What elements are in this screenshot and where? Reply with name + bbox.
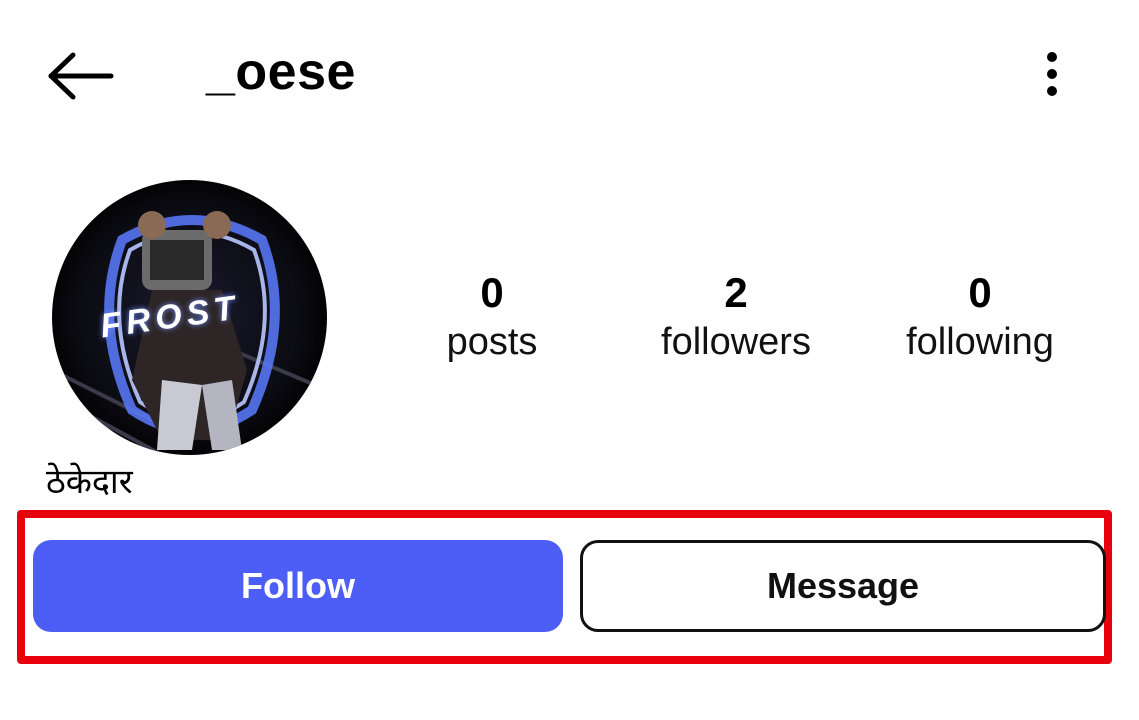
following-count: 0 bbox=[968, 269, 992, 316]
message-button[interactable]: Message bbox=[580, 540, 1106, 632]
posts-label: posts bbox=[446, 321, 538, 363]
stat-posts[interactable]: 0 posts bbox=[382, 268, 602, 366]
posts-count: 0 bbox=[480, 269, 504, 316]
followers-count: 2 bbox=[724, 269, 748, 316]
profile-username: _oese bbox=[206, 43, 356, 101]
arrow-left-icon bbox=[48, 52, 114, 100]
profile-avatar[interactable]: FROST bbox=[52, 180, 327, 455]
profile-page: _oese FROST 0 posts 2 followers 0 follow… bbox=[0, 0, 1139, 720]
back-button[interactable] bbox=[40, 44, 120, 108]
following-label: following bbox=[906, 321, 1054, 363]
stat-following[interactable]: 0 following bbox=[870, 268, 1090, 366]
vertical-dots-icon bbox=[1047, 52, 1057, 96]
follow-button[interactable]: Follow bbox=[33, 540, 563, 632]
profile-display-name: ठेकेदार bbox=[46, 462, 133, 502]
followers-label: followers bbox=[661, 321, 811, 363]
stat-followers[interactable]: 2 followers bbox=[626, 268, 846, 366]
more-options-button[interactable] bbox=[1026, 44, 1078, 104]
